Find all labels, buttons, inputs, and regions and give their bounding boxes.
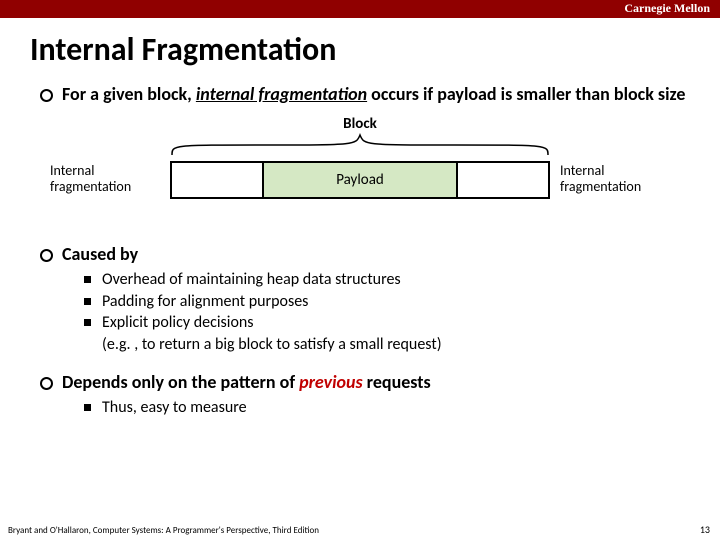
footer-citation: Bryant and O'Hallaron, Computer Systems:… <box>8 525 319 536</box>
bullet-depends: Depends only on the pattern of previous … <box>40 371 700 419</box>
payload-box: Payload <box>262 161 458 199</box>
sub-overhead: Overhead of maintaining heap data struct… <box>84 269 700 291</box>
block-label: Block <box>40 115 680 133</box>
emphasis: internal fragmentation <box>196 83 367 105</box>
sub-easy: Thus, easy to measure <box>84 397 700 419</box>
page-number: 13 <box>700 523 710 536</box>
page-title: Internal Fragmentation <box>30 30 720 69</box>
frag-right-label: Internal fragmentation <box>560 163 675 195</box>
emphasis-red: previous <box>299 371 362 393</box>
text: requests <box>363 371 431 393</box>
text: For a given block, <box>62 83 196 105</box>
brace-icon <box>170 133 550 157</box>
text: (e.g. , to return a big block to satisfy… <box>102 335 442 354</box>
text: occurs if payload is smaller than block … <box>367 83 685 105</box>
text: Explicit policy decisions <box>102 313 254 332</box>
bullet-definition: For a given block, internal fragmentatio… <box>40 83 700 105</box>
sub-policy: Explicit policy decisions (e.g. , to ret… <box>84 312 700 355</box>
bullet-causedby: Caused by Overhead of maintaining heap d… <box>40 243 700 355</box>
block-diagram: Block Payload Internal fragmentation Int… <box>40 115 680 225</box>
brand-label: Carnegie Mellon <box>624 1 710 16</box>
text: Depends only on the pattern of <box>62 371 299 393</box>
payload-label: Payload <box>336 171 384 189</box>
sub-padding: Padding for alignment purposes <box>84 291 700 313</box>
frag-left-label: Internal fragmentation <box>50 163 165 195</box>
header-bar: Carnegie Mellon <box>0 0 720 18</box>
text: Caused by <box>62 243 138 265</box>
